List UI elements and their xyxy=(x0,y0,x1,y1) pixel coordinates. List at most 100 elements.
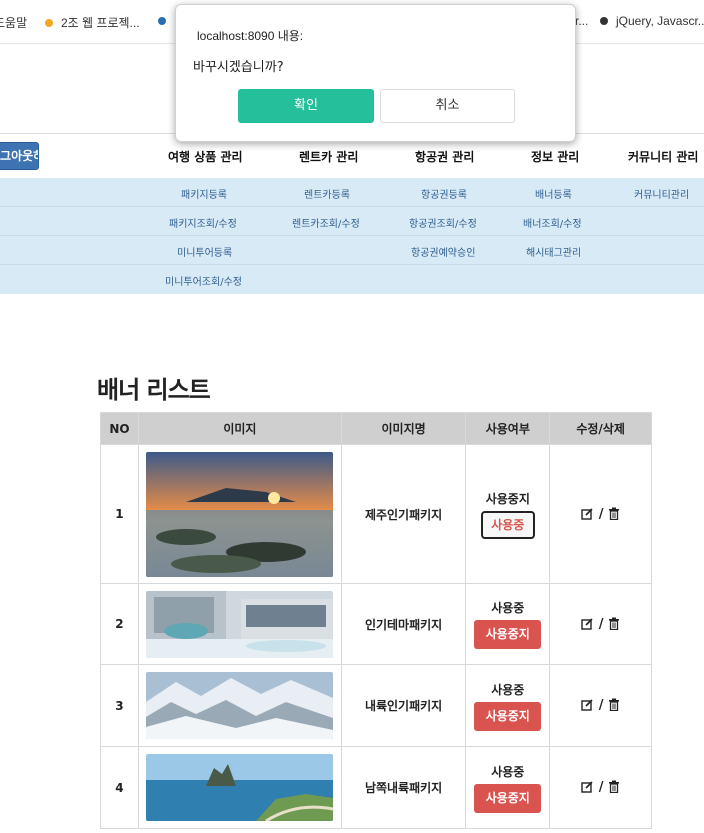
row-image-name: 남쪽내륙패키지 xyxy=(340,746,467,829)
row-edit-cell: / xyxy=(549,444,652,584)
row-image-cell xyxy=(137,746,342,829)
bookmark-project[interactable]: 2조 웹 프로젝... xyxy=(45,14,140,31)
page-title: 배너 리스트 xyxy=(97,376,211,404)
row-image-cell xyxy=(137,583,342,665)
row-edit-cell: / xyxy=(549,664,652,747)
submenu-row: 패키지조회/수정 렌트카조회/수정 항공권조회/수정 배너조회/수정 xyxy=(0,207,704,236)
usage-status: 사용중 xyxy=(491,764,525,779)
submenu-row: 미니투어등록 항공권예약승인 해시태그관리 xyxy=(0,236,704,265)
header-image-name: 이미지명 xyxy=(340,412,467,445)
trash-icon[interactable] xyxy=(608,507,620,520)
table-row: 2 인기테마패키지 사용중 사용중지 / xyxy=(100,583,652,665)
nav-menu-community[interactable]: 커뮤니티 관리 xyxy=(628,148,698,165)
banner-thumbnail[interactable] xyxy=(146,451,334,577)
edit-delete-group: / xyxy=(581,507,620,522)
edit-delete-group: / xyxy=(581,617,620,632)
usage-status: 사용중 xyxy=(491,601,525,615)
submenu-rentcar-register[interactable]: 렌트카등록 xyxy=(304,186,350,201)
table-row: 1 제주인기패키지 사용중지 사용중 / xyxy=(100,444,652,584)
bookmark-blue[interactable] xyxy=(158,14,174,28)
edit-delete-group: / xyxy=(581,780,620,795)
submenu-package-register[interactable]: 패키지등록 xyxy=(181,186,227,201)
submenu-banner-edit[interactable]: 배너조회/수정 xyxy=(523,215,582,230)
edit-icon[interactable] xyxy=(581,698,594,711)
trash-icon[interactable] xyxy=(608,617,620,630)
row-usage-cell: 사용중지 사용중 xyxy=(465,444,551,584)
header-usage: 사용여부 xyxy=(465,412,551,445)
row-image-name: 내륙인기패키지 xyxy=(340,664,467,747)
usage-status: 사용중 xyxy=(491,682,525,697)
trash-icon[interactable] xyxy=(608,780,620,794)
submenu-hashtag-manage[interactable]: 해시태그관리 xyxy=(526,244,581,259)
submenu-community-manage[interactable]: 커뮤니티관리 xyxy=(634,186,689,201)
nav-menu-tour[interactable]: 여행 상품 관리 xyxy=(168,148,243,165)
row-image-name: 인기테마패키지 xyxy=(340,583,467,665)
edit-delete-group: / xyxy=(581,698,620,713)
usage-status: 사용중지 xyxy=(485,491,530,506)
table-row: 4 남쪽내륙패키지 사용중 사용중지 / xyxy=(100,746,652,829)
submenu-flight-edit[interactable]: 항공권조회/수정 xyxy=(409,215,477,230)
row-edit-cell: / xyxy=(549,746,652,829)
row-usage-cell: 사용중 사용중지 xyxy=(465,664,551,747)
nav-menu-rentcar[interactable]: 렌트카 관리 xyxy=(299,148,358,165)
confirm-cancel-button[interactable]: 취소 xyxy=(380,89,515,123)
row-no: 1 xyxy=(100,444,139,584)
submenu-row: 패키지등록 렌트카등록 항공권등록 배너등록 커뮤니티관리 xyxy=(0,178,704,207)
banner-thumbnail[interactable] xyxy=(146,754,334,821)
edit-separator: / xyxy=(598,506,604,522)
header-edit-delete: 수정/삭제 xyxy=(549,412,652,445)
logout-button[interactable]: 로그아웃하기 xyxy=(0,142,39,170)
row-no: 4 xyxy=(100,746,139,829)
bookmark-label: r... xyxy=(575,14,589,28)
bookmark-dot-icon xyxy=(600,17,608,25)
bookmark-jquery[interactable]: jQuery, Javascr... xyxy=(600,14,704,28)
banner-thumbnail[interactable] xyxy=(146,672,334,739)
submenu-rentcar-edit[interactable]: 렌트카조회/수정 xyxy=(292,215,360,230)
bookmark-label: 도움말 xyxy=(0,16,28,30)
submenu-row: 미니투어조회/수정 xyxy=(0,265,704,294)
row-usage-cell: 사용중 사용중지 xyxy=(465,746,551,829)
table-row: 3 내륙인기패키지 사용중 사용중지 / xyxy=(100,664,652,747)
header-no: NO xyxy=(100,412,139,445)
submenu-package-edit[interactable]: 패키지조회/수정 xyxy=(169,215,237,230)
table-header-row: NO 이미지 이미지명 사용여부 수정/삭제 xyxy=(100,412,652,445)
submenu-minitour-register[interactable]: 미니투어등록 xyxy=(177,244,232,259)
edit-separator: / xyxy=(598,698,604,713)
bookmark-label: 2조 웹 프로젝... xyxy=(61,16,140,30)
confirm-ok-button[interactable]: 확인 xyxy=(238,89,374,123)
submenu-banner-register[interactable]: 배너등록 xyxy=(535,186,572,201)
row-image-cell xyxy=(137,444,342,584)
bookmark-dot-icon xyxy=(158,17,166,25)
toggle-usage-button[interactable]: 사용중지 xyxy=(474,620,542,649)
dialog-origin: localhost:8090 내용: xyxy=(197,29,304,43)
edit-icon[interactable] xyxy=(581,617,594,630)
row-image-cell xyxy=(137,664,342,747)
admin-submenu: 패키지등록 렌트카등록 항공권등록 배너등록 커뮤니티관리 패키지조회/수정 렌… xyxy=(0,178,704,294)
confirm-dialog: localhost:8090 내용: 바꾸시겠습니까? 확인 취소 xyxy=(175,4,576,142)
edit-icon[interactable] xyxy=(581,507,594,520)
submenu-flight-approval[interactable]: 항공권예약승인 xyxy=(411,244,475,259)
header-image: 이미지 xyxy=(137,412,342,445)
submenu-flight-register[interactable]: 항공권등록 xyxy=(421,186,467,201)
logout-label: 로그아웃하기 xyxy=(0,149,38,163)
row-edit-cell: / xyxy=(549,583,652,665)
edit-icon[interactable] xyxy=(581,780,594,793)
dialog-message: 바꾸시겠습니까? xyxy=(193,60,284,75)
toggle-usage-button[interactable]: 사용중지 xyxy=(474,783,542,813)
row-no: 2 xyxy=(100,583,139,665)
trash-icon[interactable] xyxy=(608,698,620,712)
row-no: 3 xyxy=(100,664,139,747)
nav-menu-info[interactable]: 정보 관리 xyxy=(531,148,579,165)
row-image-name: 제주인기패키지 xyxy=(340,444,467,584)
bookmark-label: jQuery, Javascr... xyxy=(616,14,704,28)
bookmark-dot-icon xyxy=(45,19,53,27)
banner-table: NO 이미지 이미지명 사용여부 수정/삭제 1 제주인기패키지 사용중지 사용… xyxy=(100,412,652,829)
nav-menu-flight[interactable]: 항공권 관리 xyxy=(415,148,474,165)
bookmark-help[interactable]: 도움말 xyxy=(0,14,27,31)
toggle-usage-button[interactable]: 사용중지 xyxy=(474,701,542,731)
banner-thumbnail[interactable] xyxy=(146,590,334,658)
submenu-minitour-edit[interactable]: 미니투어조회/수정 xyxy=(165,273,242,288)
row-usage-cell: 사용중 사용중지 xyxy=(465,583,551,665)
toggle-usage-button[interactable]: 사용중 xyxy=(480,510,535,539)
edit-separator: / xyxy=(598,616,604,632)
